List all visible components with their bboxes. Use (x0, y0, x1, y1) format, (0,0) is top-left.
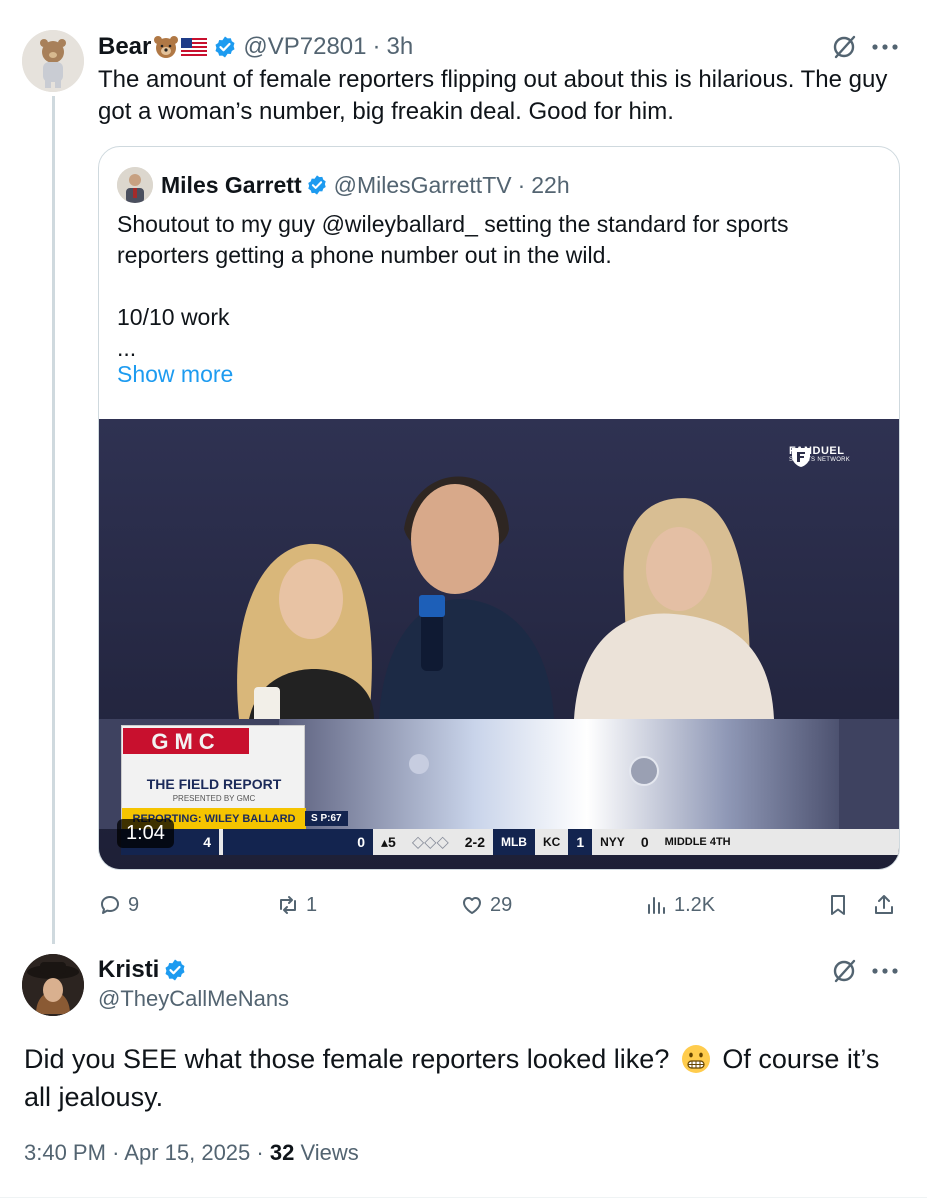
reply-text: Did you SEE what those female reporters … (24, 1040, 894, 1116)
gmc-logo: GMC (123, 728, 249, 754)
show-more-link[interactable]: Show more (117, 361, 233, 388)
post-header: Bear @VP72801 · 3h (98, 32, 413, 62)
verified-badge-icon (165, 959, 185, 981)
share-button[interactable] (872, 890, 902, 920)
reply-time[interactable]: 3:40 PM (24, 1140, 106, 1165)
like-count: 29 (490, 893, 513, 916)
handle[interactable]: @VP72801 (243, 33, 366, 61)
post-top-actions (831, 34, 899, 60)
repost-icon (280, 896, 296, 914)
count: 2-2 (464, 834, 485, 850)
outs-value: 5 (388, 834, 396, 850)
field-report-panel: GMC THE FIELD REPORT PRESENTED BY GMC RE… (121, 725, 306, 830)
video-player[interactable]: FANDUEL SPORTS NETWORK GMC THE FIELD REP… (99, 419, 899, 869)
separator: · (517, 171, 526, 198)
reply-views-count: 32 (269, 1140, 295, 1165)
display-name[interactable]: Bear (98, 33, 151, 61)
team1-score: 1 (568, 829, 593, 855)
repost-count: 1 (306, 893, 318, 916)
post-time[interactable]: 3h (387, 33, 414, 61)
quoted-post-text: Shoutout to my guy @wileyballard_ settin… (117, 211, 789, 361)
bottom-divider (0, 1197, 927, 1198)
reply-display-name[interactable]: Kristi (98, 956, 159, 984)
thread-line (52, 96, 55, 944)
gmc-text: GMC (151, 729, 220, 754)
reply-text-part1: Did you SEE what those female reporters … (24, 1044, 670, 1074)
quoted-handle[interactable]: @MilesGarrettTV (334, 172, 512, 199)
separator: · (112, 1140, 120, 1165)
post-text: The amount of female reporters flipping … (98, 66, 888, 125)
quoted-post-time[interactable]: 22h (531, 172, 569, 199)
quoted-post-header: Miles Garrett @MilesGarrettTV · 22h (117, 167, 570, 203)
repost-button[interactable]: 1 (276, 890, 317, 920)
bear-emoji-icon (154, 36, 179, 58)
home-score-cell: 0 (223, 829, 373, 855)
reply-date[interactable]: Apr 15, 2025 (124, 1140, 250, 1165)
team1: KC (542, 835, 561, 849)
fanduel-shield-icon (792, 448, 810, 467)
reply-button[interactable]: 9 (98, 890, 139, 920)
separator: · (256, 1140, 264, 1165)
views-icon (648, 897, 665, 914)
scorebug: S P:67 4 0 ▴ 5 ◇◇◇ 2-2 MLB KC 1 NYY 0 MID… (121, 811, 899, 855)
like-button[interactable]: 29 (460, 890, 512, 920)
home-score: 0 (357, 834, 365, 850)
more-icon[interactable] (871, 43, 899, 51)
like-icon (463, 897, 481, 914)
quoted-post-card[interactable]: Miles Garrett @MilesGarrettTV · 22h Shou… (98, 146, 900, 870)
fanduel-logo: FANDUEL SPORTS NETWORK (789, 445, 850, 467)
team2: NYY (600, 835, 625, 849)
verified-badge-icon (215, 36, 235, 58)
avatar-miles[interactable] (117, 167, 153, 203)
pitch-count-tag: S P:67 (305, 811, 348, 826)
outs: ▴ 5 (381, 833, 396, 851)
reply-count: 9 (128, 893, 140, 916)
field-report-title: THE FIELD REPORT (146, 776, 282, 792)
views-count: 1.2K (674, 893, 716, 916)
quoted-display-name[interactable]: Miles Garrett (161, 172, 302, 199)
reply-views-label: Views (300, 1140, 359, 1165)
grok-icon[interactable] (831, 34, 857, 60)
us-flag-emoji-icon (181, 38, 208, 56)
verified-badge-icon (307, 175, 326, 195)
bookmark-icon (831, 895, 845, 915)
separator: · (372, 33, 381, 60)
share-icon (875, 895, 893, 914)
reply-handle[interactable]: @TheyCallMeNans (98, 986, 289, 1012)
video-duration: 1:04 (117, 819, 174, 848)
bases-icon: ◇◇◇ (411, 834, 449, 851)
inning: MIDDLE 4TH (664, 836, 731, 848)
grok-icon[interactable] (831, 958, 857, 984)
team2-score: 0 (640, 834, 649, 850)
presented-by: PRESENTED BY GMC (172, 794, 256, 803)
reply-icon (101, 896, 119, 914)
views-button[interactable]: 1.2K (644, 890, 715, 920)
reply-top-actions (831, 958, 899, 984)
grimacing-face-emoji-icon (681, 1045, 710, 1073)
avatar-bear[interactable] (22, 30, 84, 92)
reply-author: Kristi (98, 956, 193, 984)
avatar-kristi[interactable] (22, 954, 84, 1016)
league-label: MLB (492, 829, 535, 855)
bookmark-button[interactable] (826, 890, 856, 920)
reply-timestamp: 3:40 PM · Apr 15, 2025 · 32 Views (24, 1140, 359, 1166)
more-icon[interactable] (871, 967, 899, 975)
